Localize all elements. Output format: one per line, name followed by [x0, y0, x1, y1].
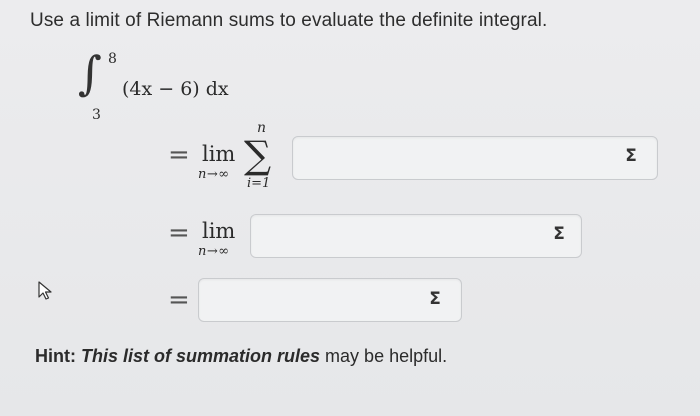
- summation-rules-link[interactable]: This list of summation rules: [81, 346, 320, 366]
- step1-answer-input[interactable]: [292, 136, 658, 180]
- step2-answer-input[interactable]: [250, 214, 582, 258]
- step1-sigma-icon[interactable]: Σ: [618, 146, 644, 170]
- step2-lim: lim: [202, 219, 236, 243]
- problem-instruction: Use a limit of Riemann sums to evaluate …: [30, 10, 548, 31]
- page: Use a limit of Riemann sums to evaluate …: [0, 0, 700, 416]
- hint-label: Hint:: [35, 346, 76, 366]
- step1-lim: lim: [202, 142, 236, 166]
- step3-sigma-icon[interactable]: Σ: [422, 289, 448, 313]
- step2-equals: =: [168, 218, 190, 248]
- integrand: (4x − 6) dx: [122, 78, 229, 100]
- step1-equals: =: [168, 140, 190, 170]
- step1-lim-sub: n→∞: [198, 167, 230, 182]
- hint-text: Hint: This list of summation rules may b…: [35, 346, 447, 367]
- step1-sigma-symbol: ∑: [244, 133, 272, 177]
- step2-sigma-icon[interactable]: Σ: [546, 224, 572, 248]
- integral-lower-limit: 3: [92, 107, 101, 123]
- mouse-pointer-icon: [38, 281, 52, 300]
- step3-equals: =: [168, 285, 190, 315]
- integral-sign: ∫: [78, 46, 102, 100]
- step2-lim-sub: n→∞: [198, 244, 230, 259]
- integral-upper-limit: 8: [108, 51, 117, 67]
- hint-suffix: may be helpful.: [320, 346, 448, 366]
- step1-sigma-lower: i=1: [247, 176, 271, 191]
